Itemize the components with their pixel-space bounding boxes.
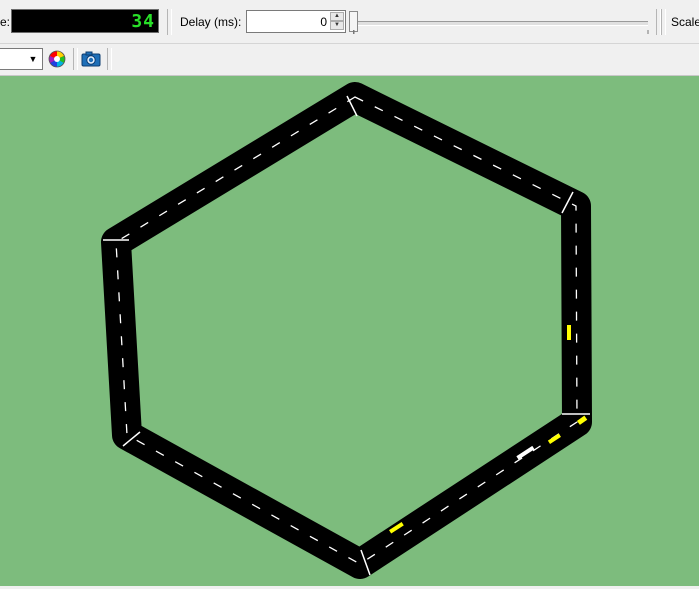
delay-spinbox[interactable]: 0 ▲ ▼: [246, 10, 346, 33]
simulation-view[interactable]: [0, 76, 699, 586]
spin-up-icon[interactable]: ▲: [330, 12, 344, 21]
toolbar2-grip-2[interactable]: [107, 48, 112, 70]
camera-icon[interactable]: [81, 50, 101, 68]
delay-value[interactable]: 0: [320, 15, 327, 29]
view-toolbar: ▼: [0, 44, 699, 76]
toolbar-grip[interactable]: [167, 9, 172, 35]
hexagon-road: [101, 82, 592, 579]
vehicle: [567, 325, 571, 340]
slider-ticks: [353, 30, 649, 34]
spin-down-icon[interactable]: ▼: [330, 21, 344, 30]
time-label: e:: [0, 15, 11, 29]
chevron-down-icon[interactable]: ▼: [26, 52, 40, 66]
time-display: 34: [11, 9, 159, 33]
simulation-toolbar: e: 34 Delay (ms): 0 ▲ ▼ Scale: [0, 0, 699, 44]
color-scheme-combo[interactable]: ▼: [0, 48, 43, 70]
toolbar-grip-3[interactable]: [661, 9, 666, 35]
delay-slider-track[interactable]: [352, 21, 648, 26]
delay-slider-thumb[interactable]: [349, 11, 358, 32]
color-wheel-icon[interactable]: [48, 50, 66, 68]
delay-label: Delay (ms):: [180, 15, 242, 29]
toolbar2-grip[interactable]: [73, 48, 78, 70]
delay-spinner[interactable]: ▲ ▼: [330, 12, 344, 31]
time-counter: 34: [131, 11, 155, 32]
scale-label: Scale: [671, 15, 699, 29]
road-network: [101, 82, 592, 579]
